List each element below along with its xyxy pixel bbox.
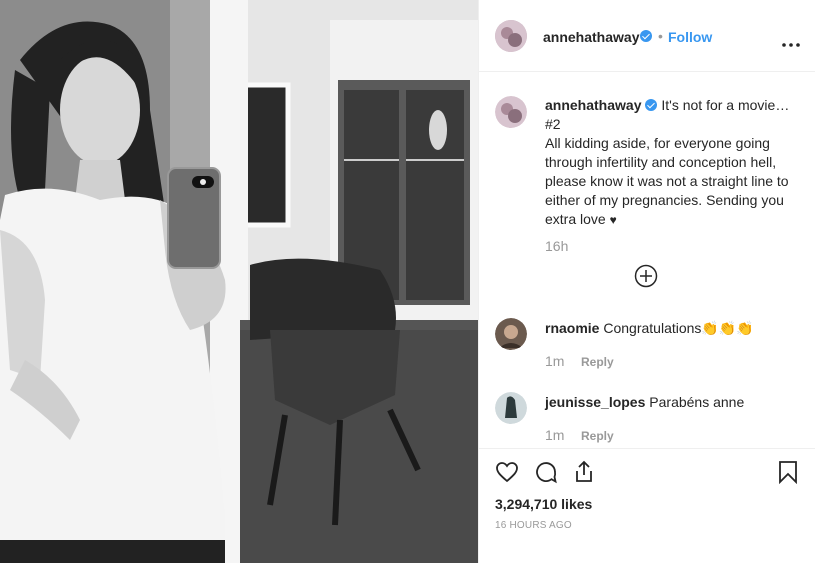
commenter-avatar[interactable] [495, 392, 527, 424]
comment-username[interactable]: rnaomie [545, 320, 599, 336]
post-photo[interactable] [0, 0, 478, 563]
more-options-icon[interactable] [781, 34, 801, 47]
reply-button[interactable]: Reply [581, 355, 614, 369]
instagram-post: annehathaway • Follow annehathaway It's … [0, 0, 815, 563]
author-avatar[interactable] [495, 20, 527, 52]
verified-badge-icon [640, 30, 652, 42]
comment-time[interactable]: 1m [545, 427, 564, 443]
header-separator: • [658, 28, 663, 44]
commenter-avatar[interactable] [495, 318, 527, 350]
comment-text: Parabéns anne [649, 394, 745, 410]
comment-item: jeunisse_lopes Parabéns anne [545, 394, 805, 410]
comment-text: Congratulations👏👏👏 [603, 320, 754, 336]
actions-divider [479, 448, 815, 449]
caption-body: All kidding aside, for everyone going th… [545, 135, 789, 227]
comment-time[interactable]: 1m [545, 353, 564, 369]
likes-count[interactable]: 3,294,710 likes [495, 496, 592, 512]
caption: annehathaway It's not for a movie… #2 Al… [545, 96, 800, 230]
caption-line-1: It's not for a movie… [661, 97, 790, 113]
comment-item: rnaomie Congratulations👏👏👏 [545, 320, 805, 337]
caption-hashtag[interactable]: #2 [545, 116, 561, 132]
caption-username[interactable]: annehathaway [545, 97, 641, 113]
caption-avatar[interactable] [495, 96, 527, 128]
follow-button[interactable]: Follow [668, 29, 712, 45]
header-username[interactable]: annehathaway [543, 29, 639, 45]
bookmark-icon[interactable] [776, 460, 800, 485]
post-timestamp[interactable]: 16 HOURS AGO [495, 520, 572, 531]
like-heart-icon[interactable] [495, 460, 519, 484]
caption-verified-badge-icon [645, 99, 658, 111]
mirror-selfie-image [0, 0, 478, 563]
comment-bubble-icon[interactable] [534, 460, 558, 484]
caption-time[interactable]: 16h [545, 238, 568, 254]
reply-button[interactable]: Reply [581, 429, 614, 443]
comment-username[interactable]: jeunisse_lopes [545, 394, 645, 410]
heart-emoji: ♥ [609, 213, 617, 227]
post-header: annehathaway • Follow [479, 0, 815, 72]
share-icon[interactable] [572, 460, 596, 484]
post-side-panel: annehathaway • Follow annehathaway It's … [478, 0, 815, 563]
load-more-comments-icon[interactable] [634, 264, 658, 288]
